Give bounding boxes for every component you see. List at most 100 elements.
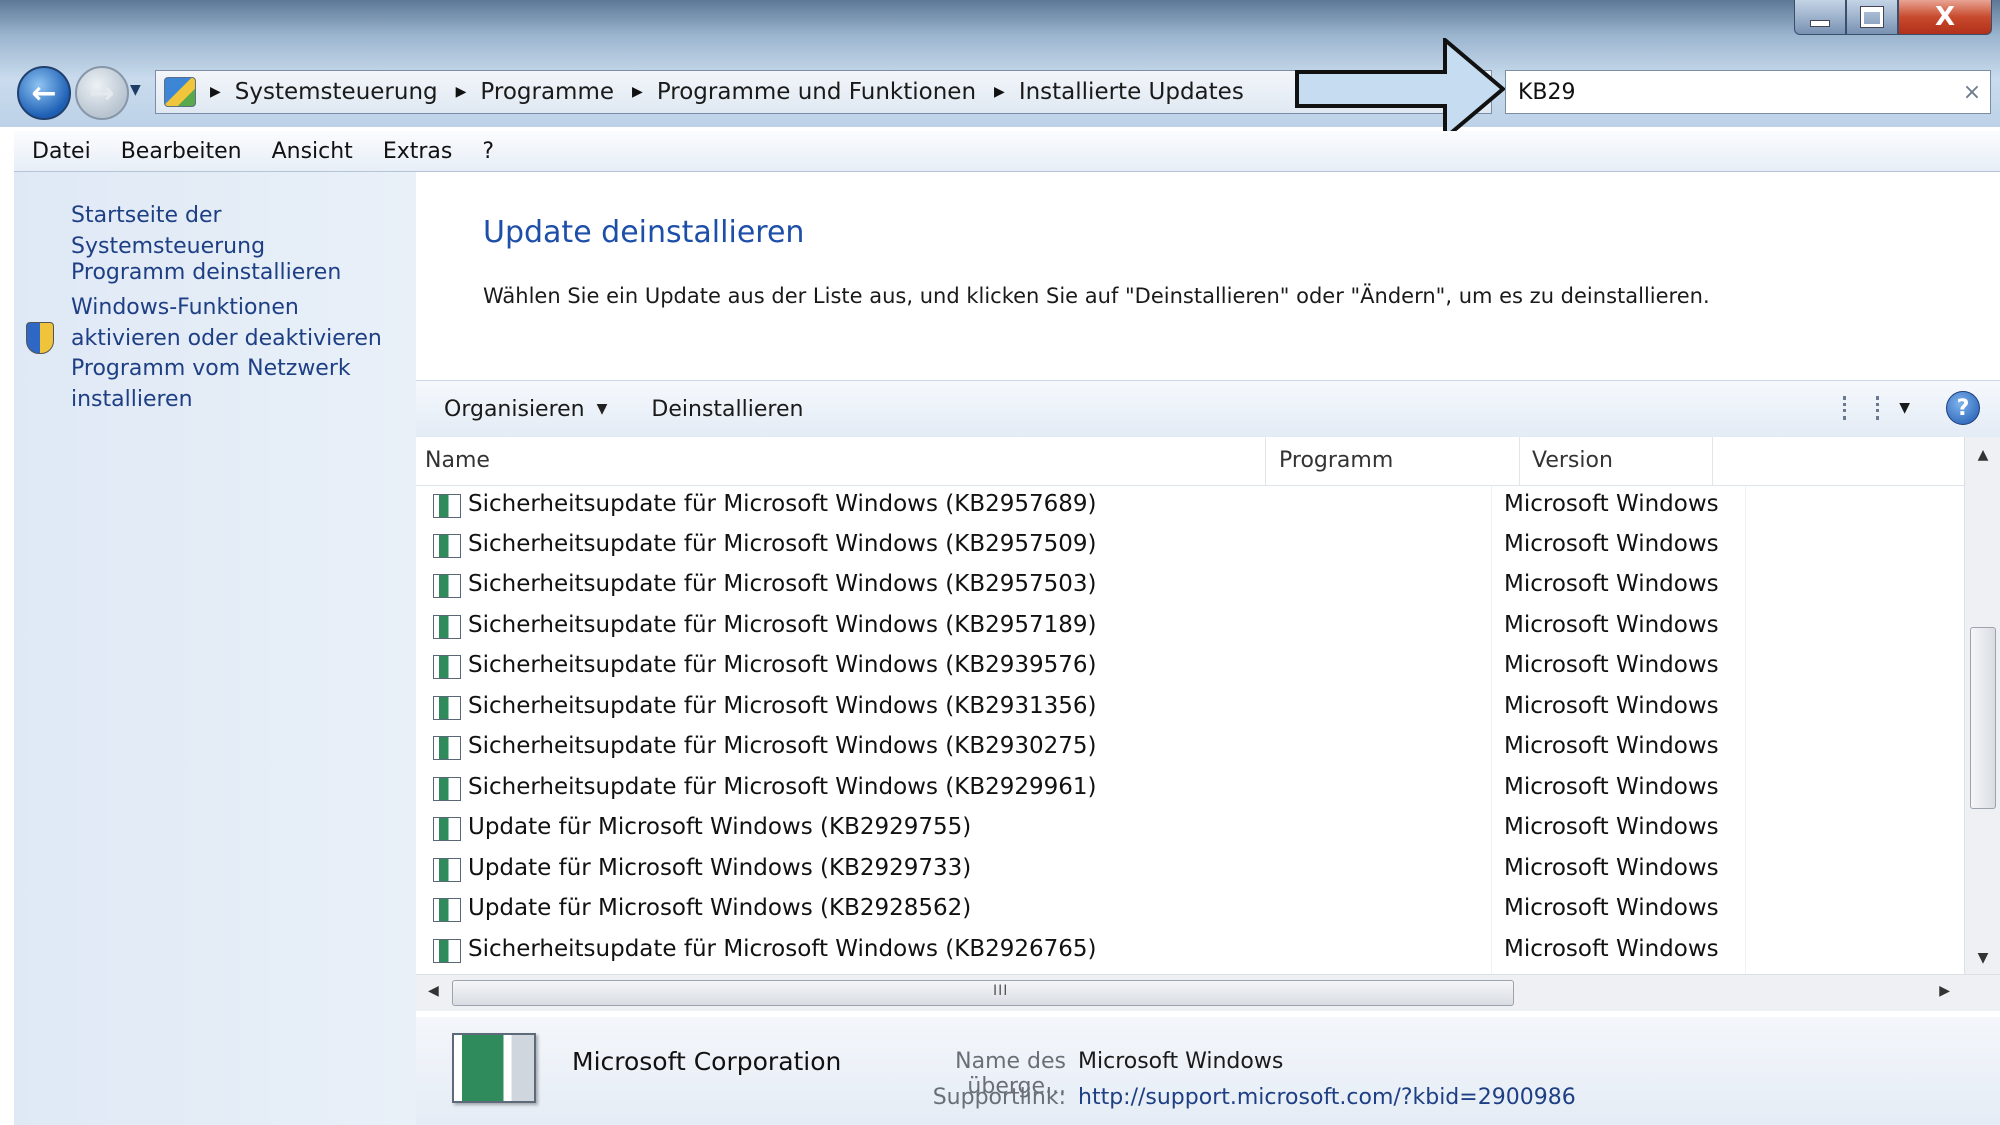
address-bar[interactable]: ▶ Systemsteuerung ▶ Programme ▶ Programm… — [155, 70, 1492, 114]
update-icon — [433, 898, 461, 922]
link-windows-features-line2[interactable]: aktivieren oder deaktivieren — [71, 323, 382, 354]
scroll-down-icon[interactable]: ▼ — [1965, 950, 2000, 966]
scroll-left-icon[interactable]: ◀ — [428, 983, 439, 999]
breadcrumb-programme-und-funktionen[interactable]: ▶ Programme und Funktionen — [632, 79, 994, 105]
help-button[interactable]: ? — [1946, 391, 1980, 425]
column-header-program[interactable]: Programm — [1266, 437, 1520, 485]
clear-search-icon[interactable]: × — [1954, 80, 1990, 105]
row-program: Microsoft Windows — [1504, 571, 1719, 597]
vertical-scroll-thumb[interactable] — [1970, 627, 1996, 809]
row-name: Sicherheitsupdate für Microsoft Windows … — [468, 652, 1097, 678]
chevron-down-icon: ▼ — [130, 82, 141, 98]
table-row[interactable]: Sicherheitsupdate für Microsoft Windows … — [416, 688, 1964, 728]
breadcrumb-label[interactable]: Systemsteuerung — [235, 79, 438, 105]
back-button[interactable]: ← — [17, 66, 71, 120]
row-program: Microsoft Windows — [1504, 895, 1719, 921]
row-program: Microsoft Windows — [1504, 652, 1719, 678]
link-windows-features-line1[interactable]: Windows-Funktionen — [71, 292, 382, 323]
maximize-button[interactable] — [1846, 0, 1898, 35]
row-program: Microsoft Windows — [1504, 612, 1719, 638]
table-row[interactable]: Update für Microsoft Windows (KB2929755)… — [416, 809, 1964, 849]
breadcrumb-separator-icon[interactable]: ▶ — [456, 84, 467, 100]
update-icon — [433, 534, 461, 558]
link-install-from-network-line2[interactable]: installieren — [71, 384, 351, 415]
link-control-panel-home[interactable]: Startseite der Systemsteuerung — [71, 200, 416, 262]
close-button[interactable]: X — [1898, 0, 1992, 35]
view-dropdown-icon[interactable]: ▼ — [1899, 400, 1910, 416]
update-large-icon — [452, 1033, 536, 1103]
uac-shield-icon — [26, 322, 54, 354]
table-row[interactable]: Update für Microsoft Windows (KB2929733)… — [416, 850, 1964, 890]
control-panel-icon — [164, 77, 196, 107]
table-row[interactable]: Update für Microsoft Windows (KB2928562)… — [416, 890, 1964, 930]
forward-button[interactable]: → — [75, 66, 129, 120]
row-name: Sicherheitsupdate für Microsoft Windows … — [468, 774, 1097, 800]
table-row[interactable]: Sicherheitsupdate für Microsoft Windows … — [416, 486, 1964, 526]
uninstall-button[interactable]: Deinstallieren — [651, 397, 803, 422]
menu-extras[interactable]: Extras — [383, 139, 453, 164]
table-row[interactable]: Sicherheitsupdate für Microsoft Windows … — [416, 647, 1964, 687]
scroll-up-icon[interactable]: ▲ — [1965, 447, 2000, 463]
search-box[interactable]: × — [1505, 70, 1991, 114]
breadcrumb-separator-icon[interactable]: ▶ — [632, 84, 643, 100]
link-install-from-network[interactable]: Programm vom Netzwerk installieren — [71, 353, 351, 415]
annotation-arrow-icon — [1295, 38, 1505, 140]
breadcrumb-label[interactable]: Installierte Updates — [1019, 79, 1244, 105]
row-program: Microsoft Windows — [1504, 491, 1719, 517]
menu-datei[interactable]: Datei — [32, 139, 91, 164]
link-uninstall-program[interactable]: Programm deinstallieren — [71, 257, 341, 288]
table-row[interactable]: Sicherheitsupdate für Microsoft Windows … — [416, 931, 1964, 971]
menu-help[interactable]: ? — [482, 139, 494, 164]
window-chrome: X ← → ▼ ▶ Systemsteuerung ▶ Programme ▶ … — [0, 0, 2000, 127]
link-install-from-network-line1[interactable]: Programm vom Netzwerk — [71, 353, 351, 384]
table-row[interactable]: Sicherheitsupdate für Microsoft Windows … — [416, 728, 1964, 768]
row-name: Update für Microsoft Windows (KB2929755) — [468, 814, 972, 840]
history-dropdown[interactable]: ▼ — [130, 82, 141, 98]
organize-label[interactable]: Organisieren — [444, 397, 585, 422]
scroll-right-icon[interactable]: ▶ — [1939, 983, 1950, 999]
link-windows-features[interactable]: Windows-Funktionen aktivieren oder deakt… — [71, 292, 382, 354]
breadcrumb-label[interactable]: Programme und Funktionen — [657, 79, 976, 105]
chevron-down-icon[interactable]: ▼ — [597, 401, 608, 417]
vertical-scrollbar[interactable]: ▲ ▼ — [1964, 437, 2000, 974]
menu-bearbeiten[interactable]: Bearbeiten — [121, 139, 242, 164]
list-rows: Sicherheitsupdate für Microsoft Windows … — [416, 486, 1964, 974]
updates-list: Name Programm Version Sicherheitsupdate … — [416, 437, 2000, 1017]
view-options-icon[interactable] — [1843, 396, 1880, 420]
organize-button[interactable]: Organisieren ▼ — [444, 397, 607, 422]
breadcrumb-systemsteuerung[interactable]: ▶ Systemsteuerung — [210, 79, 456, 105]
minimize-button[interactable] — [1794, 0, 1846, 35]
support-link[interactable]: http://support.microsoft.com/?kbid=29009… — [1078, 1085, 1576, 1110]
update-icon — [433, 858, 461, 882]
column-header-version[interactable]: Version — [1519, 437, 1713, 485]
breadcrumb-separator-icon[interactable]: ▶ — [210, 84, 221, 100]
parent-name-value: Microsoft Windows — [1078, 1049, 1284, 1074]
table-row[interactable]: Sicherheitsupdate für Microsoft Windows … — [416, 769, 1964, 809]
breadcrumb-separator-icon[interactable]: ▶ — [994, 84, 1005, 100]
details-pane: Microsoft Corporation Name des überge...… — [416, 1017, 2000, 1125]
horizontal-scrollbar[interactable]: ◀ III ▶ — [416, 974, 2000, 1011]
search-input[interactable] — [1516, 78, 1954, 106]
page-description: Wählen Sie ein Update aus der Liste aus,… — [483, 284, 1710, 308]
table-row[interactable]: Sicherheitsupdate für Microsoft Windows … — [416, 526, 1964, 566]
maximize-icon — [1861, 7, 1883, 27]
row-name: Sicherheitsupdate für Microsoft Windows … — [468, 531, 1097, 557]
row-name: Update für Microsoft Windows (KB2928562) — [468, 895, 972, 921]
row-program: Microsoft Windows — [1504, 936, 1719, 962]
table-row[interactable]: Sicherheitsupdate für Microsoft Windows … — [416, 566, 1964, 606]
breadcrumb-programme[interactable]: ▶ Programme — [456, 79, 632, 105]
publisher-name: Microsoft Corporation — [572, 1047, 842, 1076]
update-icon — [433, 736, 461, 760]
column-header-name[interactable]: Name — [416, 437, 1266, 485]
command-bar: Organisieren ▼ Deinstallieren ▼ ? — [416, 380, 2000, 438]
row-program: Microsoft Windows — [1504, 774, 1719, 800]
horizontal-scroll-thumb[interactable]: III — [452, 980, 1514, 1006]
minimize-icon — [1810, 19, 1830, 27]
breadcrumb-label[interactable]: Programme — [480, 79, 614, 105]
table-row[interactable]: Sicherheitsupdate für Microsoft Windows … — [416, 607, 1964, 647]
uninstall-label[interactable]: Deinstallieren — [651, 397, 803, 422]
row-program: Microsoft Windows — [1504, 733, 1719, 759]
breadcrumb-installierte-updates[interactable]: ▶ Installierte Updates — [994, 79, 1262, 105]
update-icon — [433, 696, 461, 720]
menu-ansicht[interactable]: Ansicht — [272, 139, 353, 164]
